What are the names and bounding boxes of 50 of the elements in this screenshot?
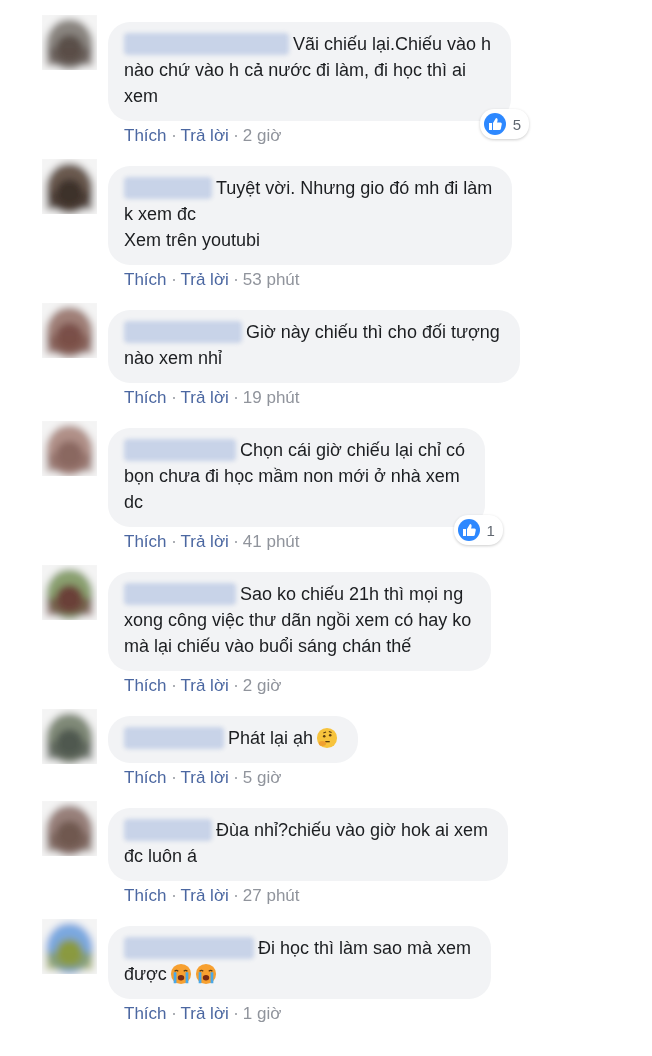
reply-link[interactable]: Trả lời — [180, 767, 229, 789]
comment-text: Xem trên youtubi — [124, 229, 261, 252]
reply-link[interactable]: Trả lời — [180, 125, 229, 147]
comment-text: xem — [124, 85, 158, 108]
comment-text: dc — [124, 491, 143, 514]
like-link[interactable]: Thích — [124, 125, 167, 147]
like-link[interactable]: Thích — [124, 387, 167, 409]
comment-text: Phát lại ạh — [228, 727, 314, 750]
timestamp: 19 phút — [242, 387, 300, 409]
timestamp: 41 phút — [242, 531, 300, 553]
comment-text: Đùa nhỉ?chiếu vào giờ hok ai xem — [216, 819, 488, 842]
comment-text: Tuyệt vời. Nhưng gio đó mh đi làm — [216, 177, 493, 200]
comment-text: nào chứ vào h cả nước đi làm, đi học thì ai — [124, 59, 467, 82]
reply-link[interactable]: Trả lời — [180, 387, 229, 409]
comment-text: bọn chưa đi học mầm non mới ở nhà xem — [124, 465, 460, 488]
like-link[interactable]: Thích — [124, 1003, 167, 1025]
like-reaction-count[interactable]: 1 — [453, 515, 503, 545]
comment-text: Sao ko chiếu 21h thì mọi ng — [240, 583, 464, 606]
like-reaction-count[interactable]: 5 — [479, 109, 530, 139]
comment-text: được — [124, 963, 167, 986]
reply-link[interactable]: Trả lời — [180, 885, 229, 907]
comment-text: đc luôn á — [124, 845, 198, 868]
reply-link[interactable]: Trả lời — [180, 1003, 229, 1025]
thumbs-up-icon — [482, 112, 507, 136]
timestamp: 2 giờ — [242, 675, 282, 697]
comment-text: k xem đc — [124, 203, 197, 226]
comment-text: xong công việc thư dãn ngồi xem có hay ko — [124, 609, 472, 632]
thinking-face-icon — [316, 727, 339, 749]
comment-text: nào xem nhỉ — [124, 347, 223, 370]
timestamp: 2 giờ — [242, 125, 282, 147]
comment-text: Vãi chiếu lại.Chiếu vào h — [293, 33, 492, 56]
timestamp: 53 phút — [242, 269, 300, 291]
comment-text: Chọn cái giờ chiếu lại chỉ có — [240, 439, 465, 462]
comment-text: Giờ này chiếu thì cho đối tượng — [246, 321, 500, 344]
like-link[interactable]: Thích — [124, 675, 167, 697]
timestamp: 27 phút — [242, 885, 300, 907]
like-link[interactable]: Thích — [124, 531, 167, 553]
reply-link[interactable]: Trả lời — [180, 675, 229, 697]
comment-text: Đi học thì làm sao mà xem — [258, 937, 472, 960]
reply-link[interactable]: Trả lời — [180, 531, 229, 553]
reply-link[interactable]: Trả lời — [180, 269, 229, 291]
timestamp: 5 giờ — [242, 767, 282, 789]
crying-face-icon — [169, 963, 192, 985]
thumbs-up-icon — [456, 518, 481, 542]
like-link[interactable]: Thích — [124, 885, 167, 907]
like-link[interactable]: Thích — [124, 269, 167, 291]
crying-face-icon — [194, 963, 217, 985]
timestamp: 1 giờ — [242, 1003, 282, 1025]
comment-text: mà lại chiếu vào buổi sáng chán thế — [124, 635, 412, 658]
like-link[interactable]: Thích — [124, 767, 167, 789]
